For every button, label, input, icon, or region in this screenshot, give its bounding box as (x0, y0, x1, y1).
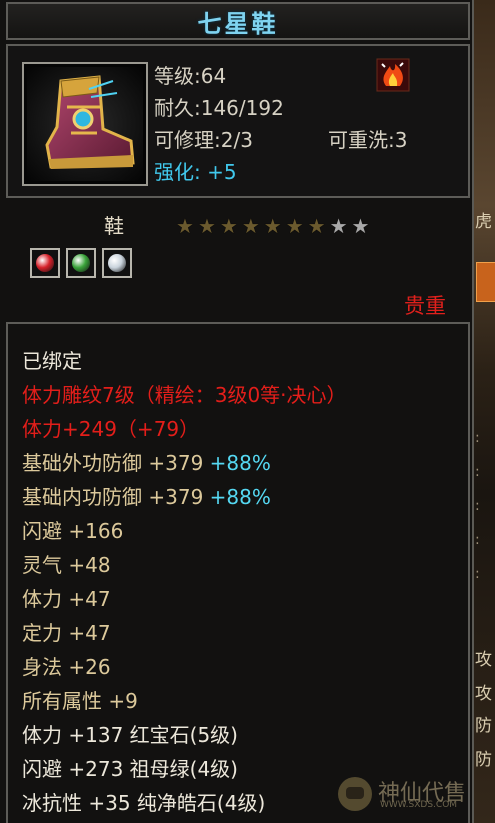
attribute-row: 体力 +137 红宝石(5级) (22, 718, 347, 752)
star-filled-icon: ★ (307, 214, 326, 238)
item-repair-count: 可修理:2/3 (154, 128, 253, 152)
gem-slots (30, 248, 132, 278)
star-filled-icon: ★ (285, 214, 304, 238)
attribute-row: 体力+249（+79） (22, 412, 347, 446)
star-empty-icon: ★ (351, 214, 370, 238)
attribute-text: 已绑定 (22, 349, 82, 373)
attribute-text: 基础内功防御 +379 (22, 485, 210, 509)
attribute-text: 定力 +47 (22, 621, 111, 645)
item-rewash-count: 可重洗:3 (328, 128, 408, 152)
attribute-row: 闪避 +273 祖母绿(4级) (22, 752, 347, 786)
attribute-row: 已绑定 (22, 344, 347, 378)
attribute-row: 闪避 +166 (22, 514, 347, 548)
star-filled-icon: ★ (176, 214, 194, 238)
attribute-text: 体力 +47 (22, 587, 111, 611)
item-title-bar: 七星鞋 (6, 2, 470, 40)
star-filled-icon: ★ (263, 214, 282, 238)
attribute-text: 基础外功防御 +379 (22, 451, 210, 475)
star-filled-icon: ★ (219, 214, 238, 238)
item-tooltip-panel: 七星鞋 等级:64 耐久:146/192 可修理:2/3 可重洗:3 强化: +… (0, 0, 474, 823)
attribute-section: 已绑定体力雕纹7级（精绘：3级0等·决心） 体力+249（+79） 基础外功防御 +… (6, 322, 470, 823)
site-watermark: 神仙代售 WWW.SXDS.COM (338, 770, 488, 818)
attribute-row: 灵气 +48 (22, 548, 347, 582)
enhance-label: 强化: (154, 160, 201, 184)
scene-text-fragment: : (475, 464, 480, 480)
attribute-percent: +88% (209, 451, 271, 475)
attribute-row: 体力 +47 (22, 582, 347, 616)
scene-text-fragment: 攻 (475, 650, 492, 670)
attribute-row: 冰抗性 +35 纯净皓石(4级) (22, 786, 347, 820)
scene-text-fragment: : (475, 498, 480, 514)
scene-text-fragment: 防 (475, 716, 492, 736)
star-filled-icon: ★ (241, 214, 260, 238)
attribute-text: 闪避 +273 祖母绿(4级) (22, 757, 238, 781)
star-empty-icon: ★ (329, 214, 348, 238)
watermark-logo-icon (338, 777, 372, 811)
scene-text-fragment: : (475, 430, 480, 446)
attribute-row: 体力雕纹7级（精绘：3级0等·决心） (22, 378, 347, 412)
attribute-text: 灵气 +48 (22, 553, 111, 577)
attribute-text: 体力雕纹7级（精绘：3级0等·决心） (22, 383, 347, 407)
attribute-text: 冰抗性 +35 纯净皓石(4级) (22, 791, 266, 815)
item-enhance: 强化: +5 (154, 160, 237, 184)
item-summary-section: 等级:64 耐久:146/192 可修理:2/3 可重洗:3 强化: +5 (6, 44, 470, 198)
boot-item-icon (22, 62, 148, 186)
emerald-gem-icon (66, 248, 96, 278)
item-type: 鞋 (104, 214, 124, 238)
star-filled-icon: ★ (197, 214, 216, 238)
attribute-row: 基础内功防御 +379 +88% (22, 480, 347, 514)
flame-badge-icon (376, 58, 410, 92)
attribute-list: 已绑定体力雕纹7级（精绘：3级0等·决心） 体力+249（+79） 基础外功防御 +… (22, 344, 347, 820)
scene-text-fragment: 虎 (475, 212, 492, 232)
attribute-row: 基础外功防御 +379 +88% (22, 446, 347, 480)
item-durability: 耐久:146/192 (154, 96, 284, 120)
scene-text-fragment: 攻 (475, 684, 492, 704)
scene-text-fragment: : (475, 532, 480, 548)
ruby-gem-icon (30, 248, 60, 278)
star-rating: ★ ★ ★ ★ ★ ★ ★ ★ ★ (176, 216, 369, 236)
item-type-section: 鞋 ★ ★ ★ ★ ★ ★ ★ ★ ★ 贵重 (6, 206, 470, 318)
scene-text-fragment: : (475, 566, 480, 582)
attribute-text: 闪避 +166 (22, 519, 124, 543)
item-quality: 贵重 (404, 294, 446, 318)
scene-orange-button (476, 262, 495, 302)
attribute-row: 定力 +47 (22, 616, 347, 650)
watermark-url: WWW.SXDS.COM (380, 800, 458, 810)
enhance-value: +5 (207, 160, 237, 184)
scene-text-fragment: 防 (475, 750, 492, 770)
attribute-text: 体力 +137 红宝石(5级) (22, 723, 238, 747)
attribute-row: 所有属性 +9 (22, 684, 347, 718)
item-level: 等级:64 (154, 64, 227, 88)
attribute-text: 体力+249（+79） (22, 417, 200, 441)
game-scene-background: 虎 : : : : : 攻 攻 防 防 (474, 0, 495, 823)
diamond-gem-icon (102, 248, 132, 278)
attribute-percent: +88% (209, 485, 271, 509)
attribute-row: 身法 +26 (22, 650, 347, 684)
item-name: 七星鞋 (197, 8, 279, 38)
attribute-text: 所有属性 +9 (22, 689, 138, 713)
attribute-text: 身法 +26 (22, 655, 111, 679)
